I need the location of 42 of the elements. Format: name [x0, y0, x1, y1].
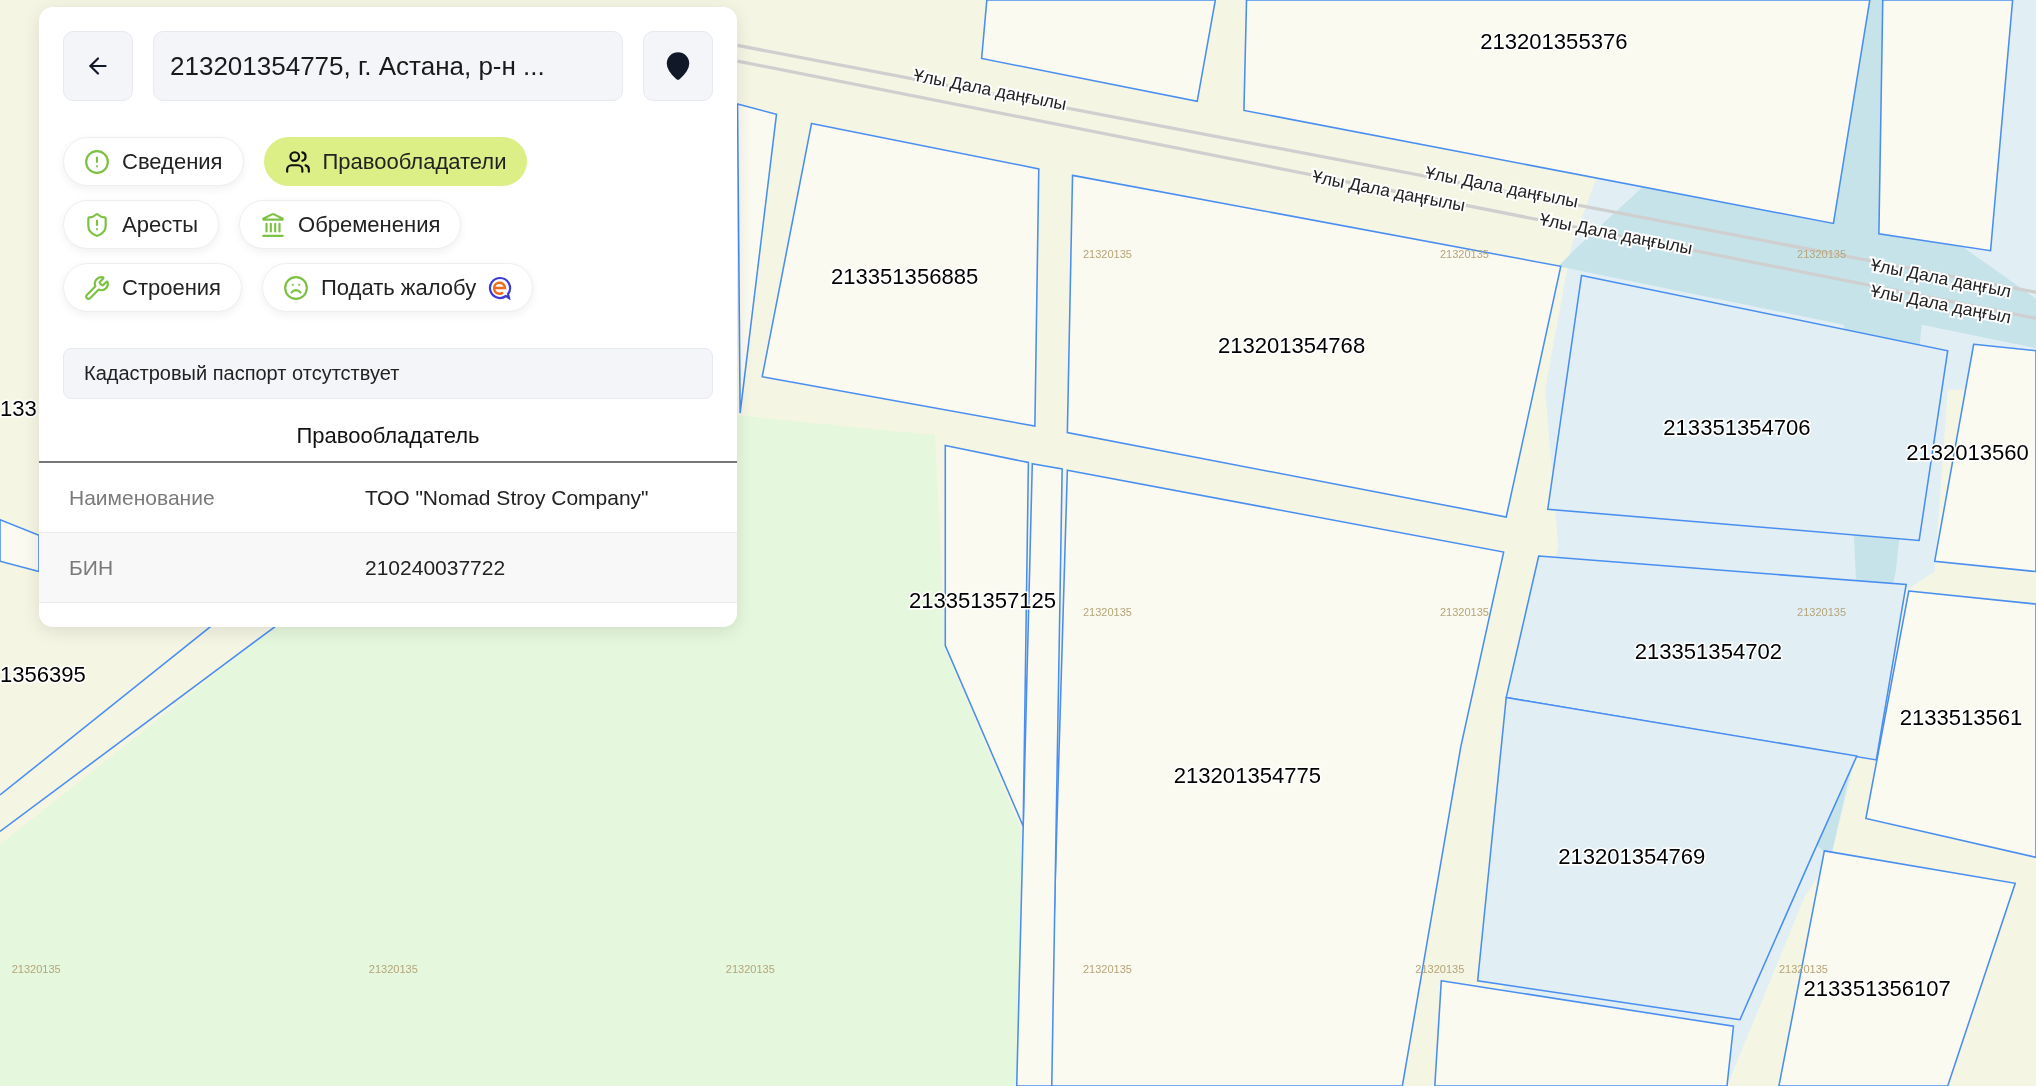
block-number: 21320135: [11, 963, 61, 975]
block-number: 21320135: [1440, 605, 1489, 618]
people-icon: [284, 148, 311, 175]
parcel-number: 133: [0, 395, 37, 421]
parcel-number: 213351356107: [1803, 976, 1951, 1002]
block-number: 21320135: [1440, 248, 1489, 261]
parcel-number: 213201354768: [1217, 333, 1366, 359]
field-label: БИН: [69, 555, 115, 580]
block-number: 21320135: [1797, 248, 1847, 261]
field-value: 210240037722: [365, 555, 507, 580]
notice-bar: Кадастровый паспорт отсутствует: [63, 348, 713, 399]
location-button[interactable]: [643, 31, 713, 101]
block-number: 21320135: [725, 963, 775, 975]
tab[interactable]: Обременения: [239, 200, 462, 249]
parcel-number: 213201354775: [1173, 763, 1322, 789]
block-number: 21320135: [1082, 963, 1132, 975]
parcel-number: 213351356885: [831, 264, 979, 290]
parcel-number: 213351354702: [1634, 638, 1782, 664]
field-value: ТОО "Nomad Stroy Company": [365, 485, 650, 510]
block-number: 21320135: [368, 963, 418, 975]
alert-circle-icon: [84, 148, 110, 175]
parcel-number: 213351354706: [1663, 415, 1811, 441]
street-name: Ұлы Дала даңғылы: [1537, 209, 1695, 259]
parcel-number: 213201355376: [1480, 29, 1628, 55]
sad-face-icon: [283, 274, 310, 301]
search-field[interactable]: 213201354775, г. Астана, р-н ...: [153, 31, 623, 101]
tab[interactable]: Строения: [63, 263, 243, 312]
parcel-number: 213201354769: [1558, 843, 1706, 869]
building-icon: [260, 211, 287, 238]
tab[interactable]: Подать жалобу: [262, 263, 534, 312]
street-name: Ұлы Дала даңғылы: [912, 64, 1069, 115]
tab[interactable]: Сведения: [63, 137, 244, 186]
tab[interactable]: Аресты: [63, 200, 220, 249]
wrench-icon: [84, 274, 110, 301]
block-number: 21320135: [1082, 605, 1132, 618]
tab[interactable]: Правообладатели: [263, 137, 528, 186]
field-label: Наименование: [69, 485, 216, 510]
block-number: 21320135: [1797, 605, 1847, 618]
parcel-number: 1356395: [0, 662, 86, 687]
block-number: 21320135: [1082, 248, 1132, 261]
shield-icon: [84, 211, 110, 238]
parcel-number: 2133513561: [1899, 704, 2023, 730]
